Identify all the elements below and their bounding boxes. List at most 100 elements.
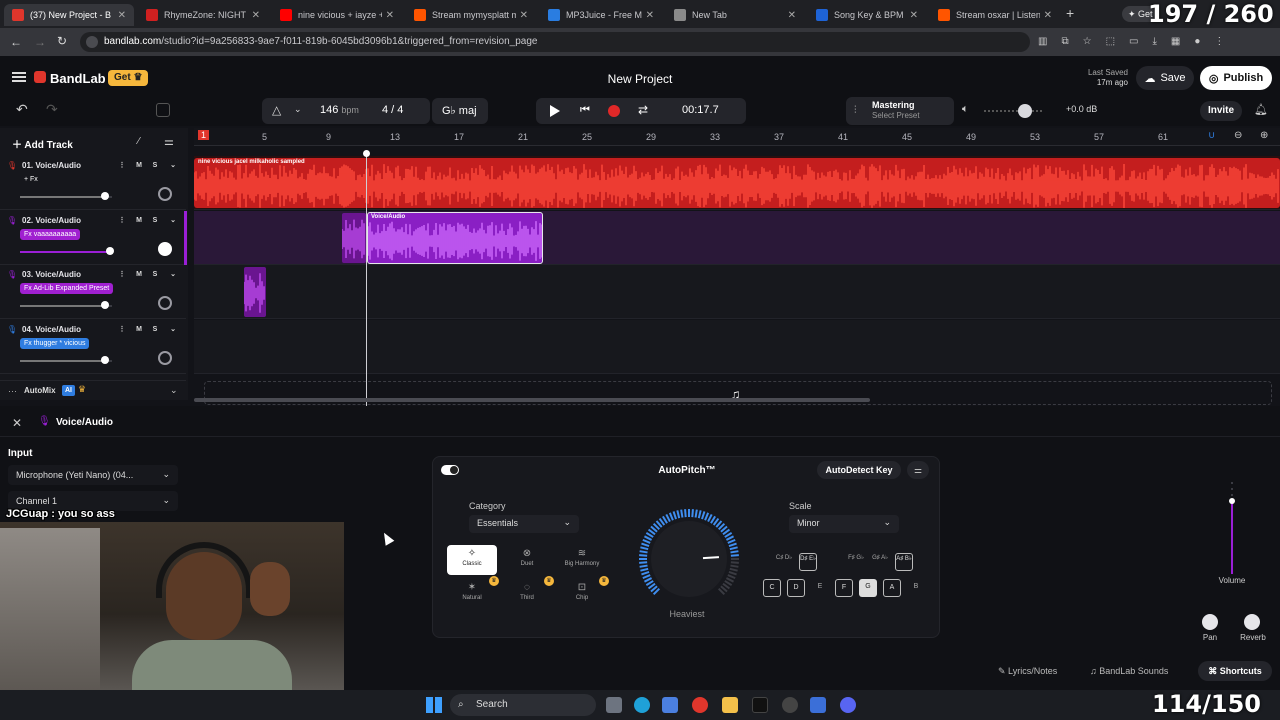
zoom-out-icon[interactable]: ⊖ [1234,130,1242,141]
horizontal-scrollbar[interactable] [194,398,870,402]
notes-icon[interactable] [810,697,826,713]
intensity-dial[interactable] [629,503,749,613]
browser-tab[interactable]: (37) New Project - B ✕ [4,4,134,26]
loop-icon[interactable]: ⇄ [638,103,648,117]
track-name[interactable]: 02. Voice/Audio [22,216,81,225]
track-name[interactable]: 03. Voice/Audio [22,270,81,279]
scale-key-natural[interactable]: B [907,579,925,597]
publish-button[interactable]: ◎ Publish [1200,66,1272,90]
tiktok-icon[interactable] [752,697,768,713]
chrome-icon[interactable] [692,697,708,713]
scale-key-natural[interactable]: C [763,579,781,597]
redo-icon[interactable]: ↷ [46,101,58,118]
track-expand-icon[interactable]: ⌄ [167,324,179,336]
play-icon[interactable] [550,105,560,117]
record-icon[interactable] [608,105,620,117]
track-volume-knob[interactable] [100,301,109,309]
skip-back-icon[interactable]: ⏮ [580,104,590,117]
bandlab-logo-icon[interactable] [34,71,46,83]
install-icon[interactable]: ⧉ [1061,36,1068,47]
solo-button[interactable]: S [149,215,161,227]
browser-tab[interactable]: MP3Juice - Free MP3 D✕ [540,4,662,26]
tab-close-icon[interactable]: ✕ [114,10,126,21]
track-header[interactable]: 🎙︎ 01. Voice/Audio + Fx ⋮ M S ⌄ [0,156,186,210]
shortcuts-button[interactable]: ⌘ Shortcuts [1198,661,1272,681]
bookmark-icon[interactable]: ☆ [1083,36,1092,47]
scale-key-natural[interactable]: F [835,579,853,597]
reading-mode-icon[interactable]: ▥ [1038,36,1047,47]
track-pan-knob[interactable] [158,187,172,201]
mute-button[interactable]: M [133,160,145,172]
track-volume-slider[interactable] [20,196,112,198]
track-lane[interactable]: Voice/Audio [194,210,1280,265]
browser-tab[interactable]: nine vicious + iayze + ja✕ [272,4,402,26]
menu-icon[interactable]: ⋮ [1214,36,1224,47]
volume-fader[interactable] [1229,480,1235,574]
mixer-toggle-icon[interactable] [156,103,170,117]
track-more-icon[interactable]: ⋮ [116,324,128,336]
file-explorer-icon[interactable] [722,697,738,713]
audio-clip[interactable]: nine vicious jacel milkaholic sampled [194,158,1280,208]
track-name[interactable]: 04. Voice/Audio [22,325,81,334]
track-expand-icon[interactable]: ⌄ [167,215,179,227]
pitch-mode-button[interactable]: ⊗ Duet [502,545,552,575]
pitch-mode-button[interactable]: ✧ Classic [447,545,497,575]
zoom-in-icon[interactable]: ⊕ [1260,130,1268,141]
mute-button[interactable]: M [133,324,145,336]
pan-knob[interactable] [1202,614,1218,630]
track-header[interactable]: 🎙︎ 03. Voice/Audio Fx Ad-Lib Expanded Pres… [0,265,186,319]
bpm-field[interactable]: 146 bpm [320,104,359,116]
new-tab-button[interactable]: + [1066,6,1080,20]
edge-icon[interactable] [634,697,650,713]
solo-button[interactable]: S [149,160,161,172]
playhead[interactable] [366,152,367,406]
audio-clip[interactable] [244,267,266,317]
master-volume-knob[interactable] [1018,104,1032,118]
tab-close-icon[interactable]: ✕ [248,10,260,21]
metronome-icon[interactable]: △ [272,103,281,117]
project-title[interactable]: New Project [560,72,720,86]
tab-close-icon[interactable]: ✕ [382,10,394,21]
autopitch-settings-icon[interactable]: ⚌ [907,461,929,479]
forward-icon[interactable]: → [34,35,46,49]
task-view-icon[interactable] [606,697,622,713]
reverb-knob[interactable] [1244,614,1260,630]
site-info-icon[interactable] [86,36,98,48]
cast-icon[interactable]: ▭ [1129,36,1138,47]
track-header[interactable]: 🎙︎ 02. Voice/Audio Fx vaaaaaaaaaa ⋮ M S ⌄ [0,210,187,265]
solo-button[interactable]: S [149,324,161,336]
undo-icon[interactable]: ↶ [16,101,28,118]
scale-select[interactable]: Minor ⌄ [789,515,899,533]
selected-audio-clip[interactable]: Voice/Audio [367,211,543,264]
scale-key-natural[interactable]: E [811,579,829,597]
download-icon[interactable]: ⤓ [1152,36,1156,47]
tab-close-icon[interactable]: ✕ [516,10,528,21]
track-more-icon[interactable]: ⋮ [116,215,128,227]
browser-tab[interactable]: Song Key & BPM Finde✕ [808,4,926,26]
profile-icon[interactable]: ● [1194,36,1200,47]
scale-key-sharp[interactable]: C♯ D♭ [775,553,793,571]
solo-button[interactable]: S [149,269,161,281]
browser-tab[interactable]: Stream mymysplatt mu ✕ [406,4,536,26]
track-lane[interactable]: nine vicious jacel milkaholic sampled [194,156,1280,210]
taskbar-search[interactable]: ⌕ Search [450,694,596,716]
close-panel-icon[interactable]: ✕ [12,416,22,430]
track-name[interactable]: 01. Voice/Audio [22,161,81,170]
input-device-select[interactable]: Microphone (Yeti Nano) (04... ⌄ [8,465,178,485]
tab-close-icon[interactable]: ✕ [784,10,796,21]
back-icon[interactable]: ← [10,35,22,49]
browser-tab[interactable]: Stream osxar | Listen to✕ [930,4,1060,26]
tab-close-icon[interactable]: ✕ [906,10,918,21]
key-selector[interactable]: G♭ maj [432,98,488,124]
tab-close-icon[interactable]: ✕ [1040,10,1052,21]
scale-key-natural[interactable]: A [883,579,901,597]
track-lane[interactable] [194,319,1280,374]
wand-icon[interactable]: ⁄ [138,136,140,147]
hamburger-icon[interactable] [12,72,26,82]
snap-icon[interactable]: ∪ [1208,130,1215,141]
reload-icon[interactable]: ↻ [57,34,67,48]
track-more-icon[interactable]: ⋮ [116,160,128,172]
audio-clip[interactable] [342,212,366,263]
invite-button[interactable]: Invite [1200,101,1242,121]
track-more-icon[interactable]: ⋮ [116,269,128,281]
